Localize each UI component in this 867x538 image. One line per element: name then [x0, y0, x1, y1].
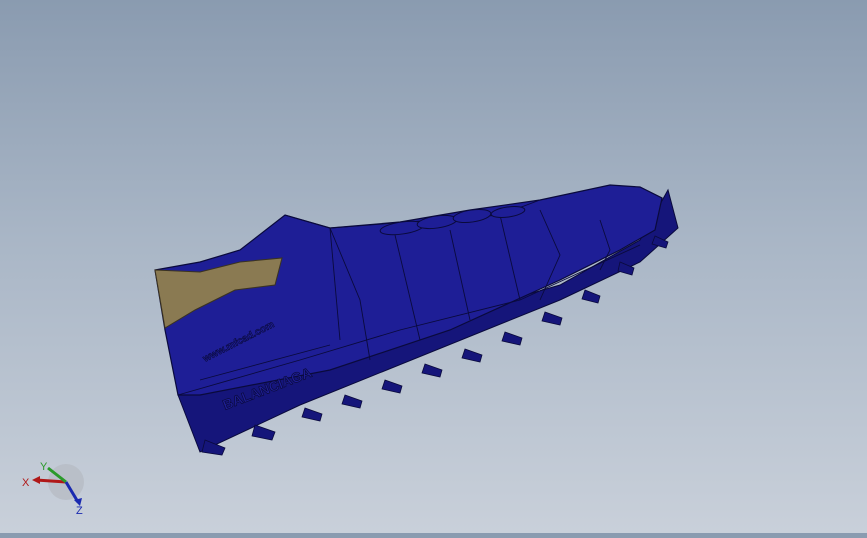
shoe-model[interactable]: www.mfcad.com BALANCIAGA — [0, 0, 867, 533]
3d-viewport[interactable]: www.mfcad.com BALANCIAGA — [0, 0, 867, 533]
x-axis-label: X — [22, 477, 30, 489]
x-arrow-head — [32, 476, 40, 484]
y-axis-label: Y — [40, 461, 48, 473]
z-axis-label: Z — [76, 505, 83, 517]
axis-triad: X Y Z — [18, 458, 90, 518]
